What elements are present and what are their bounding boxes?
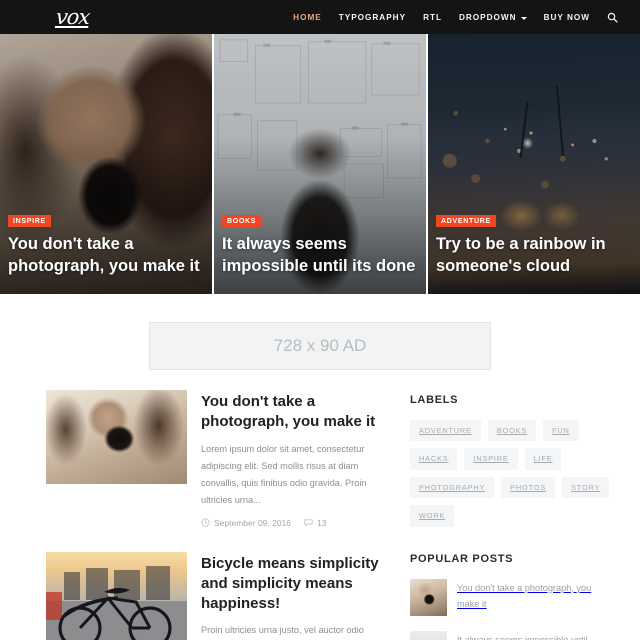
post-image-photographer xyxy=(46,390,187,484)
post-thumbnail[interactable] xyxy=(46,551,187,640)
label-chip-work[interactable]: WORK xyxy=(410,505,455,527)
hero-slide-1[interactable]: INSPIRE You don't take a photograph, you… xyxy=(0,34,214,294)
label-chip-photos[interactable]: PHOTOS xyxy=(501,476,556,499)
hero-category-badge[interactable]: BOOKS xyxy=(222,215,262,228)
label-chip-books[interactable]: BOOKS xyxy=(487,420,537,442)
label-cloud: ADVENTURE BOOKS FUN HACKS INSPIRE LIFE P… xyxy=(410,420,610,527)
nav-item-buy-now[interactable]: BUY NOW xyxy=(544,13,590,22)
popular-post-item[interactable]: It always seems impossible until xyxy=(410,630,610,640)
nav-item-label: TYPOGRAPHY xyxy=(338,12,407,22)
label-chip-inspire[interactable]: INSPIRE xyxy=(464,448,518,470)
post-comment-text: 13 xyxy=(317,517,327,528)
post-item[interactable]: Bicycle means simplicity and simplicity … xyxy=(46,551,386,640)
label-chip-life[interactable]: LIFE xyxy=(524,448,562,470)
search-icon xyxy=(607,12,618,23)
post-thumbnail[interactable] xyxy=(46,390,187,484)
post-date-text: September 09, 2016 xyxy=(214,517,292,528)
popular-post-image-photographer xyxy=(410,578,447,616)
nav-item-label: DROPDOWN xyxy=(458,12,517,22)
hero-title[interactable]: You don't take a photograph, you make it xyxy=(8,234,202,278)
label-chip-hacks[interactable]: HACKS xyxy=(410,448,458,470)
label-chip-story[interactable]: STORY xyxy=(562,476,610,499)
nav-item-label: HOME xyxy=(293,12,322,22)
nav-item-rtl[interactable]: RTL xyxy=(423,13,442,22)
main-content: You don't take a photograph, you make it… xyxy=(0,390,640,640)
label-chip-fun[interactable]: FUN xyxy=(543,420,579,442)
chevron-down-icon xyxy=(520,16,527,20)
bicycle-silhouette xyxy=(46,565,187,640)
clock-icon xyxy=(201,518,210,527)
nav-item-home[interactable]: HOME xyxy=(293,13,322,22)
hero-title[interactable]: Try to be a rainbow in someone's cloud xyxy=(436,234,630,278)
site-logo[interactable]: vox xyxy=(55,5,91,29)
post-list: You don't take a photograph, you make it… xyxy=(46,390,386,640)
popular-post-thumbnail xyxy=(410,578,447,616)
post-title[interactable]: You don't take a photograph, you make it xyxy=(201,392,386,433)
nav-item-label: BUY NOW xyxy=(543,12,590,22)
ad-placeholder-label: 728 x 90 AD xyxy=(273,336,367,355)
popular-post-thumbnail xyxy=(410,630,447,640)
main-navigation: HOME TYPOGRAPHY RTL DROPDOWN BUY NOW xyxy=(293,12,618,23)
hero-category-badge[interactable]: ADVENTURE xyxy=(436,215,496,228)
popular-post-image-whiteboard xyxy=(410,630,447,640)
post-comment-count: 13 xyxy=(304,517,327,528)
popular-post-title: It always seems impossible until xyxy=(457,634,588,640)
labels-widget-title: LABELS xyxy=(410,394,459,406)
labels-widget: LABELS ADVENTURE BOOKS FUN HACKS INSPIRE… xyxy=(410,394,610,527)
comment-icon xyxy=(304,519,313,526)
sidebar: LABELS ADVENTURE BOOKS FUN HACKS INSPIRE… xyxy=(410,390,610,640)
popular-posts-widget: POPULAR POSTS You don't take a photograp… xyxy=(410,553,610,640)
nav-item-typography[interactable]: TYPOGRAPHY xyxy=(339,13,406,22)
popular-post-title: You don't take a photograph, you make it xyxy=(457,582,592,609)
post-excerpt: Lorem ipsum dolor sit amet, consectetur … xyxy=(201,443,367,505)
search-button[interactable] xyxy=(607,12,618,23)
label-chip-adventure[interactable]: ADVENTURE xyxy=(410,420,481,442)
popular-post-item[interactable]: You don't take a photograph, you make it xyxy=(410,578,610,616)
hero-slide-2[interactable]: BOOKS It always seems impossible until i… xyxy=(214,34,428,294)
hero-slide-3[interactable]: ADVENTURE Try to be a rainbow in someone… xyxy=(428,34,640,294)
post-meta: September 09, 2016 13 xyxy=(201,518,386,528)
post-title[interactable]: Bicycle means simplicity and simplicity … xyxy=(201,554,386,615)
hero-title[interactable]: It always seems impossible until its don… xyxy=(222,234,416,278)
ad-banner[interactable]: 728 x 90 AD xyxy=(149,322,491,370)
popular-posts-widget-title: POPULAR POSTS xyxy=(410,552,514,565)
post-item[interactable]: You don't take a photograph, you make it… xyxy=(46,390,386,528)
ad-section: 728 x 90 AD xyxy=(0,294,640,390)
post-excerpt: Proin ultricies urna justo, vel auctor o… xyxy=(201,625,364,636)
label-chip-photography[interactable]: PHOTOGRAPHY xyxy=(410,476,495,499)
nav-item-label: RTL xyxy=(423,12,442,22)
hero-category-badge[interactable]: INSPIRE xyxy=(8,215,51,228)
site-header: vox HOME TYPOGRAPHY RTL DROPDOWN BUY NOW xyxy=(0,0,640,34)
featured-slider: INSPIRE You don't take a photograph, you… xyxy=(0,34,640,294)
nav-item-dropdown[interactable]: DROPDOWN xyxy=(459,13,527,22)
post-date: September 09, 2016 xyxy=(201,518,291,528)
